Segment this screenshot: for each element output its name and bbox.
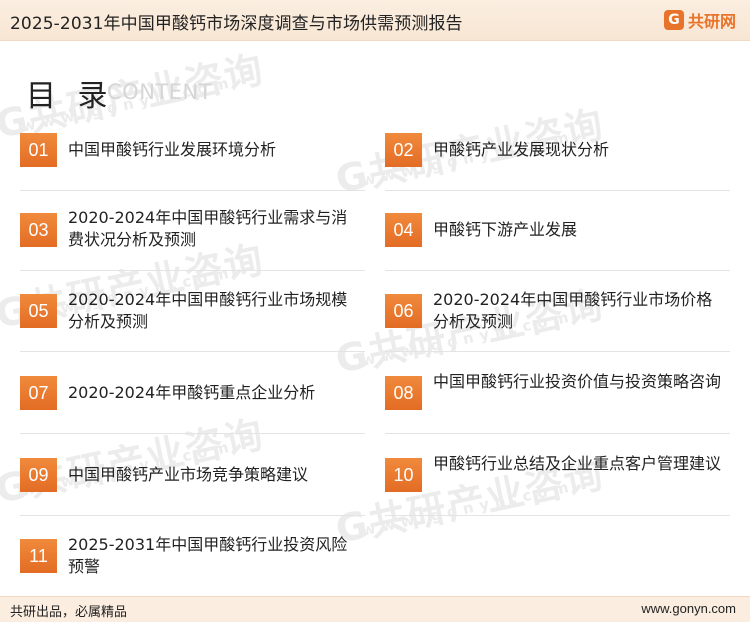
toc-item-03[interactable]: 03 2020-2024年中国甲酸钙行业需求与消费状况分析及预测 (20, 208, 365, 271)
toc-item-number: 10 (385, 458, 422, 492)
toc-heading: 目 录 (26, 79, 114, 114)
toc-item-label: 2025-2031年中国甲酸钙行业投资风险预警 (68, 535, 348, 576)
toc-item-number: 11 (20, 539, 57, 573)
toc-item-label: 中国甲酸钙产业市场竞争策略建议 (68, 465, 309, 484)
footer-bar: 共研出品，必属精品 www.gonyn.com (0, 596, 750, 622)
toc-item-number: 07 (20, 376, 57, 410)
toc-item-number: 04 (385, 213, 422, 247)
toc-item-number: 01 (20, 133, 57, 167)
toc-item-number: 05 (20, 294, 57, 328)
toc-item-06[interactable]: 06 2020-2024年中国甲酸钙行业市场价格分析及预测 (385, 290, 730, 352)
toc-item-label: 中国甲酸钙行业发展环境分析 (68, 140, 277, 159)
toc-item-07[interactable]: 07 2020-2024年甲酸钙重点企业分析 (20, 376, 365, 434)
brand-name: 共研网 (687, 12, 736, 31)
toc-item-number: 09 (20, 458, 57, 492)
brand-logo: G 共研网 (663, 8, 736, 32)
toc-item-number: 03 (20, 213, 57, 247)
toc-item-label: 中国甲酸钙行业投资价值与投资策略咨询 (433, 372, 722, 391)
toc-item-label: 2020-2024年中国甲酸钙行业市场规模分析及预测 (68, 290, 348, 331)
toc-item-number: 08 (385, 376, 422, 410)
toc-item-09[interactable]: 09 中国甲酸钙产业市场竞争策略建议 (20, 458, 365, 516)
toc-item-04[interactable]: 04 甲酸钙下游产业发展 (385, 213, 730, 271)
toc-item-label: 2020-2024年甲酸钙重点企业分析 (68, 383, 316, 402)
toc-item-label: 2020-2024年中国甲酸钙行业需求与消费状况分析及预测 (68, 208, 348, 249)
brand-logo-icon: G (663, 10, 684, 30)
toc-subheading: CONTENT (107, 80, 213, 104)
toc-item-label: 甲酸钙下游产业发展 (433, 220, 578, 239)
footer-slogan: 共研出品，必属精品 (10, 605, 128, 620)
toc-item-number: 06 (385, 294, 422, 328)
toc-item-label: 2020-2024年中国甲酸钙行业市场价格分析及预测 (433, 290, 713, 331)
toc-item-number: 02 (385, 133, 422, 167)
footer-website: www.gonyn.com (641, 601, 736, 616)
report-title: 2025-2031年中国甲酸钙市场深度调查与市场供需预测报告 (10, 14, 463, 34)
toc-item-10[interactable]: 10 甲酸钙行业总结及企业重点客户管理建议 (385, 454, 730, 516)
toc-item-05[interactable]: 05 2020-2024年中国甲酸钙行业市场规模分析及预测 (20, 290, 365, 352)
toc-item-11[interactable]: 11 2025-2031年中国甲酸钙行业投资风险预警 (20, 535, 365, 597)
toc-item-label: 甲酸钙行业总结及企业重点客户管理建议 (433, 454, 722, 473)
toc-item-01[interactable]: 01 中国甲酸钙行业发展环境分析 (20, 133, 365, 191)
header-bar: 2025-2031年中国甲酸钙市场深度调查与市场供需预测报告 G 共研网 (0, 0, 750, 41)
toc-item-label: 甲酸钙产业发展现状分析 (433, 140, 610, 159)
toc-item-08[interactable]: 08 中国甲酸钙行业投资价值与投资策略咨询 (385, 372, 730, 434)
toc-item-02[interactable]: 02 甲酸钙产业发展现状分析 (385, 133, 730, 191)
